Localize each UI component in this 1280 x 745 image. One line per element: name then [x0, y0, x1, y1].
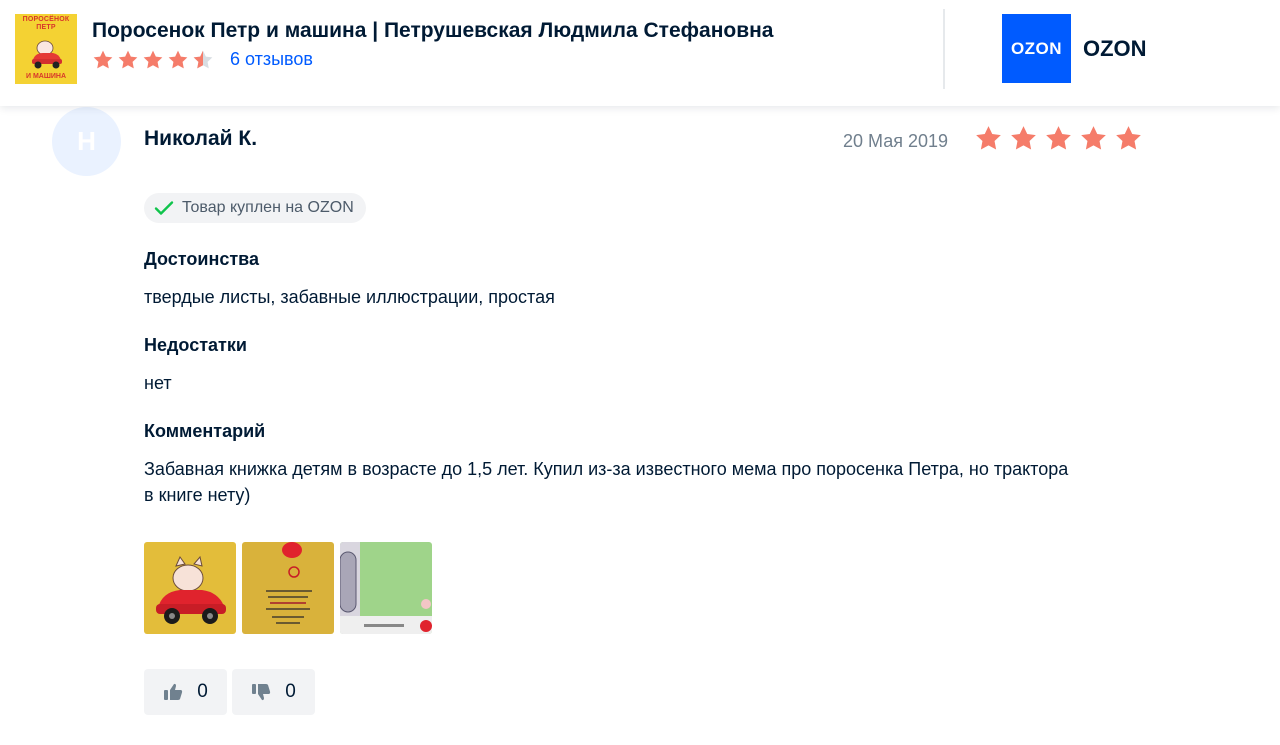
star-icon — [118, 50, 138, 69]
reviews-count-link[interactable]: 6 отзывов — [230, 49, 313, 70]
review-date: 20 Мая 2019 — [843, 131, 949, 151]
dislike-button[interactable]: 0 — [232, 669, 315, 715]
cover-title: ПОРОСЁНОК ПЕТР — [22, 16, 70, 31]
star-icon — [1046, 126, 1071, 150]
pig-car-illustration — [32, 40, 62, 69]
review-rating — [974, 124, 1143, 153]
pros-text: твердые листы, забавные иллюстрации, про… — [144, 287, 555, 307]
star-icon — [1081, 126, 1106, 150]
star-half-icon — [193, 50, 213, 69]
check-icon — [154, 201, 174, 215]
comment-title: Комментарий — [144, 421, 266, 441]
star-icon — [168, 50, 188, 69]
product-rating — [92, 49, 214, 71]
product-title[interactable]: Поросенок Петр и машина | Петрушевская Л… — [92, 19, 774, 43]
review-photos — [144, 542, 432, 634]
review-photo[interactable] — [340, 542, 432, 634]
thumbs-down-icon — [252, 684, 271, 701]
pros-title: Достоинства — [144, 249, 259, 269]
star-icon — [976, 126, 1001, 150]
cons-text: нет — [144, 373, 172, 393]
purchased-badge: Товар куплен на OZON — [144, 193, 366, 223]
star-icon — [93, 50, 113, 69]
like-button[interactable]: 0 — [144, 669, 227, 715]
cover-subtitle: И МАШИНА — [25, 73, 67, 80]
star-icon — [1116, 126, 1141, 150]
dislike-count: 0 — [285, 681, 296, 702]
purchased-badge-label: Товар куплен на OZON — [182, 199, 354, 216]
store-name[interactable]: OZON — [1083, 36, 1147, 62]
header-divider — [943, 9, 945, 89]
like-count: 0 — [197, 681, 208, 702]
review-photo[interactable] — [144, 542, 236, 634]
comment-text: Забавная книжка детям в возрасте до 1,5 … — [144, 459, 1069, 505]
cons-title: Недостатки — [144, 335, 247, 355]
product-cover-image[interactable]: ПОРОСЁНОК ПЕТР И МАШИНА — [15, 14, 77, 84]
ozon-logo[interactable]: OZON — [1002, 14, 1071, 83]
review-photo[interactable] — [242, 542, 334, 634]
thumbs-up-icon — [164, 683, 183, 700]
product-header: ПОРОСЁНОК ПЕТР И МАШИНА Поросенок Петр и… — [0, 0, 1280, 106]
star-icon — [1011, 126, 1036, 150]
avatar: Н — [52, 107, 121, 176]
star-icon — [143, 50, 163, 69]
review-author: Николай К. — [144, 127, 258, 150]
